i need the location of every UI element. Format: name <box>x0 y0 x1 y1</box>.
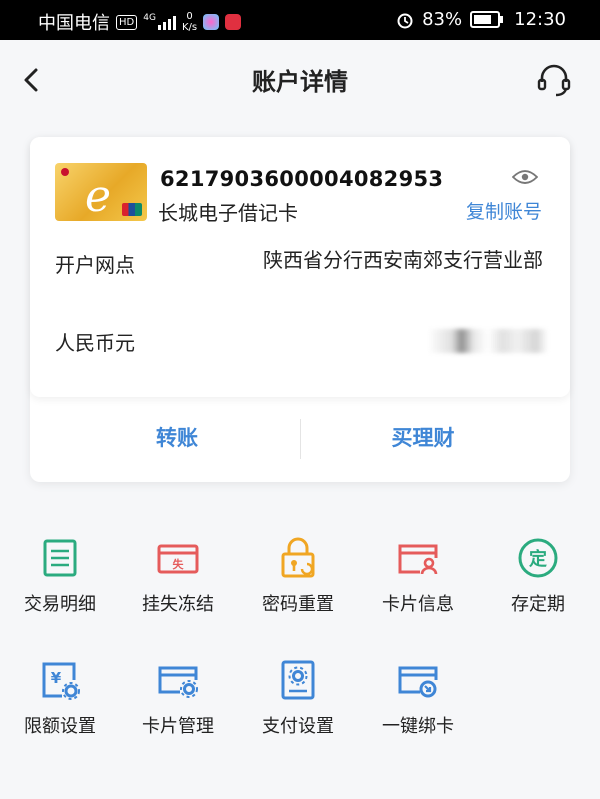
status-bar: 中国电信 HD 4G 0 K/s 83% 12:30 <box>0 0 600 40</box>
signal-icon <box>157 14 176 30</box>
fn-transaction-detail[interactable]: 交易明细 <box>0 520 120 616</box>
fn-label: 限额设置 <box>24 716 96 737</box>
account-number: 6217903600004082953 <box>160 167 444 191</box>
limit-setting-icon: ¥ <box>42 662 80 700</box>
fn-label: 一键绑卡 <box>382 716 454 737</box>
fn-label: 密码重置 <box>262 594 334 615</box>
fn-label: 支付设置 <box>262 716 334 737</box>
battery-percent: 83% <box>422 9 463 30</box>
fixed-deposit-icon: 定 <box>518 538 558 578</box>
action-divider <box>300 419 301 459</box>
bind-card-icon <box>398 666 438 698</box>
network-speed: 0 K/s <box>182 11 197 33</box>
svg-text:¥: ¥ <box>51 669 62 687</box>
speed-unit: K/s <box>181 22 198 33</box>
svg-text:定: 定 <box>529 548 547 570</box>
account-info: e 6217903600004082953 长城电子借记卡 复制账号 开户网点 … <box>30 137 570 397</box>
copy-account-button[interactable]: 复制账号 <box>466 197 542 224</box>
bank-logo-icon <box>61 168 69 176</box>
app-notification-icon <box>203 14 220 30</box>
hd-badge: HD <box>116 14 138 30</box>
fn-card-info[interactable]: 卡片信息 <box>358 520 478 616</box>
customer-service-icon[interactable] <box>534 60 574 100</box>
fn-label: 卡片管理 <box>142 716 214 737</box>
fn-payment-setting[interactable]: 支付设置 <box>238 642 358 738</box>
card-info-icon <box>398 544 438 575</box>
transfer-button[interactable]: 转账 <box>77 422 277 452</box>
speed-value: 0 <box>186 11 193 22</box>
currency-label: 人民币元 <box>55 331 135 355</box>
nav-header: 账户详情 <box>0 40 600 120</box>
battery-icon <box>470 11 504 28</box>
card-type: 长城电子借记卡 <box>158 201 298 225</box>
branch-label: 开户网点 <box>55 253 135 277</box>
fn-label: 存定期 <box>511 594 565 615</box>
fn-label: 卡片信息 <box>382 594 454 615</box>
unionpay-icon <box>122 203 142 216</box>
account-card: e 6217903600004082953 长城电子借记卡 复制账号 开户网点 … <box>30 137 570 482</box>
fn-limit-setting[interactable]: ¥ 限额设置 <box>0 642 120 738</box>
payment-setting-icon <box>281 660 315 700</box>
svg-text:失: 失 <box>173 557 185 571</box>
card-manage-icon <box>158 666 198 698</box>
function-grid: 交易明细 失 挂失冻结 密码重置 卡片信息 定 存定期 ¥ 限额设置 卡片管理 … <box>0 520 600 780</box>
fn-card-management[interactable]: 卡片管理 <box>118 642 238 738</box>
clock: 12:30 <box>514 9 566 30</box>
balance-hidden <box>428 329 548 353</box>
fn-fixed-deposit[interactable]: 定 存定期 <box>478 520 598 616</box>
card-e-icon: e <box>85 171 112 221</box>
branch-value: 陕西省分行西安南郊支行营业部 <box>263 248 543 272</box>
network-type: 4G <box>143 13 156 23</box>
bank-card-image: e <box>55 163 147 221</box>
page-title: 账户详情 <box>252 68 348 96</box>
app-notification-icon-2 <box>225 14 242 30</box>
fn-label: 挂失冻结 <box>142 594 214 615</box>
password-lock-icon <box>281 537 315 578</box>
fn-report-loss[interactable]: 失 挂失冻结 <box>118 520 238 616</box>
fn-label: 交易明细 <box>24 594 96 615</box>
action-bar: 转账 买理财 <box>30 397 570 482</box>
fn-password-reset[interactable]: 密码重置 <box>238 520 358 616</box>
alarm-icon <box>397 13 413 28</box>
report-loss-icon: 失 <box>157 544 199 574</box>
transaction-list-icon <box>43 539 77 577</box>
fn-bind-card[interactable]: 一键绑卡 <box>358 642 478 738</box>
carrier-name: 中国电信 <box>38 13 110 34</box>
eye-icon[interactable] <box>512 169 538 185</box>
buy-wealth-button[interactable]: 买理财 <box>323 422 523 452</box>
